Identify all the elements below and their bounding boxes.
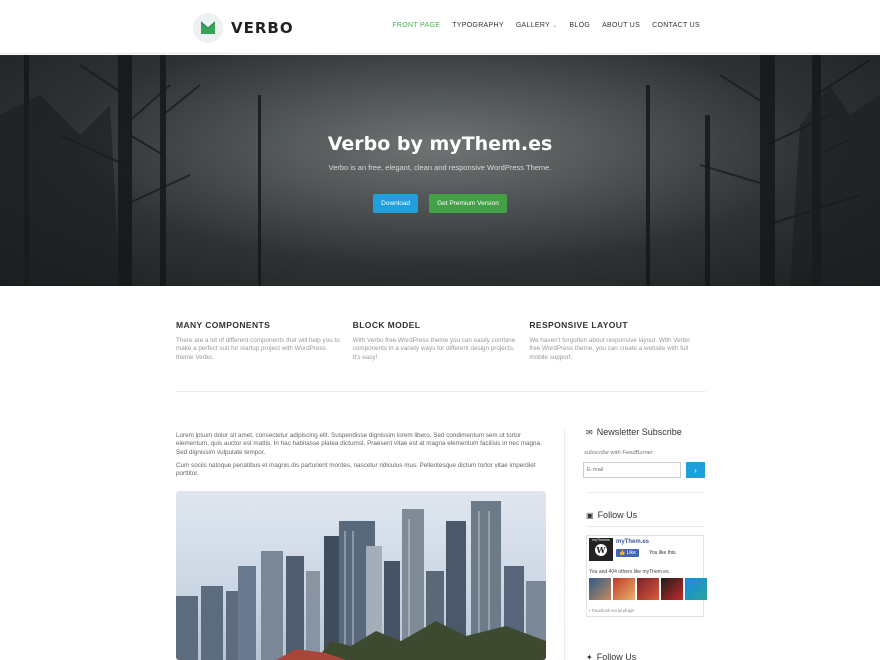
chevron-right-icon: › <box>694 465 697 475</box>
main-nav: FRONT PAGE TYPOGRAPHY GALLERY ⌄ BLOG ABOU… <box>392 22 700 29</box>
sidebar-divider <box>564 428 565 660</box>
email-field[interactable] <box>583 462 681 478</box>
avatar[interactable] <box>685 578 707 600</box>
hero-banner: Verbo by myThem.es Verbo is an free, ele… <box>0 55 880 286</box>
avatar[interactable] <box>589 578 611 600</box>
follow-title-2: Follow Us <box>596 652 637 660</box>
section-divider <box>176 391 706 392</box>
page-logo[interactable]: myThemes W <box>589 538 613 561</box>
fan-avatars <box>589 578 707 600</box>
feature-text: We haven't forgotten about responsive la… <box>529 337 690 361</box>
feature-title: RESPONSIVE LAYOUT <box>529 320 628 330</box>
avatar[interactable] <box>661 578 683 600</box>
site-name: VERBO <box>231 19 294 37</box>
wordpress-icon: W <box>595 544 607 556</box>
feature-many-components: MANY COMPONENTS There are a lot of diffe… <box>176 320 353 362</box>
chevron-down-icon: ⌄ <box>552 23 558 29</box>
follow-title: Follow Us <box>597 510 638 520</box>
logo-mark-icon <box>193 13 223 43</box>
nav-contact-us[interactable]: CONTACT US <box>652 22 700 29</box>
get-premium-button[interactable]: Get Premium Version <box>429 194 507 213</box>
city-skyline-image <box>176 491 546 660</box>
avatar[interactable] <box>637 578 659 600</box>
like-status-text: You like this. <box>649 550 677 556</box>
newsletter-widget-title: ✉ Newsletter Subscribe <box>586 427 682 437</box>
nav-gallery-label: GALLERY <box>515 22 551 29</box>
nav-typography[interactable]: TYPOGRAPHY <box>452 22 504 29</box>
content-paragraph: Lorem ipsum dolor sit amet, consectetur … <box>176 432 542 456</box>
subscribe-note: subscribe with FeedBurner <box>584 450 653 456</box>
facebook-small-icon: ▪ <box>589 608 591 613</box>
widget-divider <box>586 526 704 527</box>
plugin-text: Facebook social plugin <box>591 608 635 613</box>
download-button[interactable]: Download <box>373 194 419 213</box>
nav-about-us[interactable]: ABOUT US <box>602 22 640 29</box>
nav-blog[interactable]: BLOG <box>569 22 590 29</box>
plugin-caption: ▪ Facebook social plugin <box>589 608 634 613</box>
feature-block-model: BLOCK MODEL With Verbo free WordPress th… <box>353 320 530 362</box>
page-logo-caption: myThemes <box>592 538 610 542</box>
facebook-like-button[interactable]: 👍 Like <box>616 549 639 557</box>
nav-front-page[interactable]: FRONT PAGE <box>392 22 440 29</box>
twitter-icon: ✦ <box>586 652 593 660</box>
feature-title: MANY COMPONENTS <box>176 320 271 330</box>
thumbs-up-icon: 👍 <box>619 550 626 556</box>
hero-subtitle: Verbo is an free, elegant, clean and res… <box>328 163 552 172</box>
widget-divider <box>586 492 704 493</box>
content-paragraph: Cum sociis natoque penatibus et magnis d… <box>176 461 536 478</box>
subscribe-button[interactable]: › <box>686 462 705 478</box>
facebook-icon: ▣ <box>586 510 594 520</box>
facebook-page-name[interactable]: myThem.es <box>616 539 649 545</box>
site-logo[interactable]: VERBO <box>193 13 294 43</box>
hero-buttons: Download Get Premium Version <box>0 194 880 213</box>
envelope-icon: ✉ <box>586 427 593 437</box>
follow-widget-title: ▣ Follow Us <box>586 510 637 520</box>
feature-text: With Verbo free WordPress theme you can … <box>352 337 516 361</box>
feature-responsive-layout: RESPONSIVE LAYOUT We haven't forgotten a… <box>529 320 706 362</box>
nav-gallery[interactable]: GALLERY ⌄ <box>516 22 558 29</box>
like-label: Like <box>626 550 636 556</box>
feature-text: There are a lot of different components … <box>176 337 340 361</box>
hero-title: Verbo by myThem.es <box>327 133 553 155</box>
main-content: Lorem ipsum dolor sit amet, consectetur … <box>176 432 548 483</box>
newsletter-title: Newsletter Subscribe <box>596 427 682 437</box>
features-row: MANY COMPONENTS There are a lot of diffe… <box>176 320 706 362</box>
follow-widget-title-2: ✦ Follow Us <box>586 652 636 660</box>
site-header: VERBO FRONT PAGE TYPOGRAPHY GALLERY ⌄ BLO… <box>0 0 880 54</box>
facebook-like-box: myThemes W myThem.es 👍 Like You like thi… <box>586 535 707 617</box>
likes-count-text: You and 404 others like myThem.es. <box>589 569 670 575</box>
feature-title: BLOCK MODEL <box>352 320 421 330</box>
avatar[interactable] <box>613 578 635 600</box>
